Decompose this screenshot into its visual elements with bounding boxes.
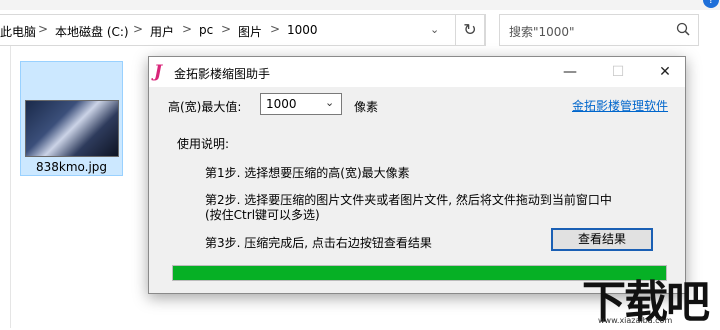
search-input[interactable]: 搜索"1000" [499, 14, 699, 46]
maximize-button: ☐ [611, 64, 625, 80]
breadcrumb-pc[interactable]: pc [199, 23, 213, 37]
step-3-text: 第3步. 压缩完成后, 点击右边按钮查看结果 [205, 236, 432, 250]
max-size-value: 1000 [266, 97, 297, 111]
breadcrumb-separator[interactable]: > [38, 22, 48, 36]
search-placeholder: 搜索"1000" [509, 25, 575, 39]
navigation-pane [0, 46, 11, 328]
app-dialog: J 金拓影楼缩图助手 — ☐ ✕ 高(宽)最大值: 1000 ⌄ 像素 金拓影楼… [148, 56, 686, 294]
watermark-url: www.xiazaiba.com [598, 316, 673, 325]
software-link[interactable]: 金拓影楼管理软件 [572, 97, 668, 114]
refresh-icon[interactable]: ↻ [455, 14, 485, 46]
app-logo-icon: J [154, 62, 163, 82]
breadcrumb-separator[interactable]: > [221, 22, 231, 36]
breadcrumb-separator[interactable]: > [182, 22, 192, 36]
ribbon-strip [0, 0, 720, 10]
max-size-label: 高(宽)最大值: [168, 100, 242, 114]
usage-title: 使用说明: [177, 137, 230, 151]
breadcrumb-pictures[interactable]: 图片 [238, 23, 262, 40]
file-name: 838kmo.jpg [35, 160, 108, 174]
minimize-button[interactable]: — [547, 57, 593, 87]
view-results-button[interactable]: 查看结果 [551, 228, 653, 251]
window-title: 金拓影楼缩图助手 [174, 67, 271, 81]
address-bar[interactable]: 此电脑 > 本地磁盘 (C:) > 用户 > pc > 图片 > 1000 ⌄ [0, 14, 486, 46]
chevron-down-icon[interactable]: ⌄ [430, 23, 439, 36]
step-1-text: 第1步. 选择想要压缩的高(宽)最大像素 [205, 166, 410, 180]
close-button[interactable]: ✕ [642, 57, 688, 87]
file-item[interactable]: 838kmo.jpg [20, 61, 123, 176]
breadcrumb-separator[interactable]: > [270, 22, 280, 36]
chevron-down-icon: ⌄ [325, 96, 335, 109]
image-thumbnail [25, 100, 119, 157]
breadcrumb-separator[interactable]: > [133, 22, 143, 36]
breadcrumb-1000[interactable]: 1000 [287, 23, 318, 37]
search-icon [676, 22, 690, 36]
breadcrumb-this-pc[interactable]: 此电脑 [0, 23, 36, 40]
breadcrumb-users[interactable]: 用户 [150, 23, 174, 40]
max-size-select[interactable]: 1000 ⌄ [260, 93, 342, 115]
title-bar[interactable]: J 金拓影楼缩图助手 — ☐ ✕ [149, 57, 685, 87]
breadcrumb-local-disk[interactable]: 本地磁盘 (C:) [55, 23, 129, 40]
step-2-note: (按住Ctrl键可以多选) [205, 208, 320, 222]
unit-label: 像素 [354, 100, 379, 114]
